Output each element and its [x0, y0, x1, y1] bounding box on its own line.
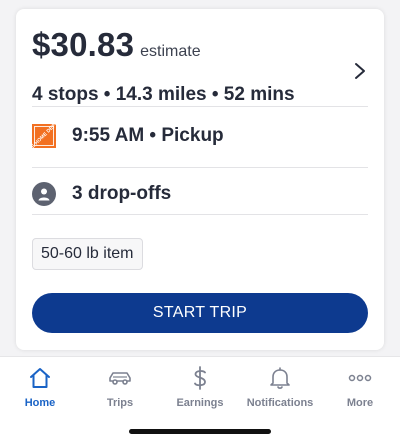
tab-label: More: [346, 397, 374, 409]
person-icon: [32, 182, 56, 206]
store-logo: THE HOME DEPOT: [32, 124, 56, 148]
chevron-right-icon[interactable]: [350, 61, 370, 81]
tab-trips[interactable]: Trips: [80, 365, 160, 417]
home-icon: [30, 368, 50, 388]
trip-summary: 4 stops • 14.3 miles • 52 mins: [32, 84, 295, 105]
pickup-row: THE HOME DEPOT 9:55 AM • Pickup: [32, 124, 224, 148]
dropoffs-label: 3 drop-offs: [72, 183, 172, 204]
tab-notifications[interactable]: Notifications: [240, 365, 320, 417]
car-icon: [109, 372, 131, 385]
tab-label: Trips: [106, 397, 134, 409]
app-screen: $30.83 estimate 4 stops • 14.3 miles • 5…: [0, 0, 400, 442]
tab-label: Home: [24, 397, 56, 409]
tab-earnings[interactable]: Earnings: [160, 365, 240, 417]
price-row: $30.83 estimate: [32, 26, 201, 64]
tab-label: Earnings: [176, 397, 224, 409]
bottom-tab-bar: Home Trips Earnings Notifications More: [0, 356, 400, 442]
trip-price: $30.83: [32, 26, 135, 63]
divider: [32, 214, 368, 215]
price-estimate-label: estimate: [140, 43, 201, 60]
tab-more[interactable]: More: [320, 365, 400, 417]
divider: [32, 167, 368, 168]
tab-label: Notifications: [246, 397, 314, 409]
item-weight-tag: 50-60 lb item: [32, 238, 143, 270]
tab-home[interactable]: Home: [0, 365, 80, 417]
dropoffs-row: 3 drop-offs: [32, 182, 171, 206]
divider: [32, 106, 368, 107]
pickup-label: 9:55 AM • Pickup: [72, 125, 224, 146]
home-indicator: [129, 429, 271, 434]
start-trip-button[interactable]: START TRIP: [32, 293, 368, 333]
bell-icon: [270, 367, 290, 389]
trip-offer-card[interactable]: $30.83 estimate 4 stops • 14.3 miles • 5…: [16, 9, 384, 350]
more-dots-icon: [348, 374, 372, 382]
dollar-icon: [194, 366, 206, 390]
